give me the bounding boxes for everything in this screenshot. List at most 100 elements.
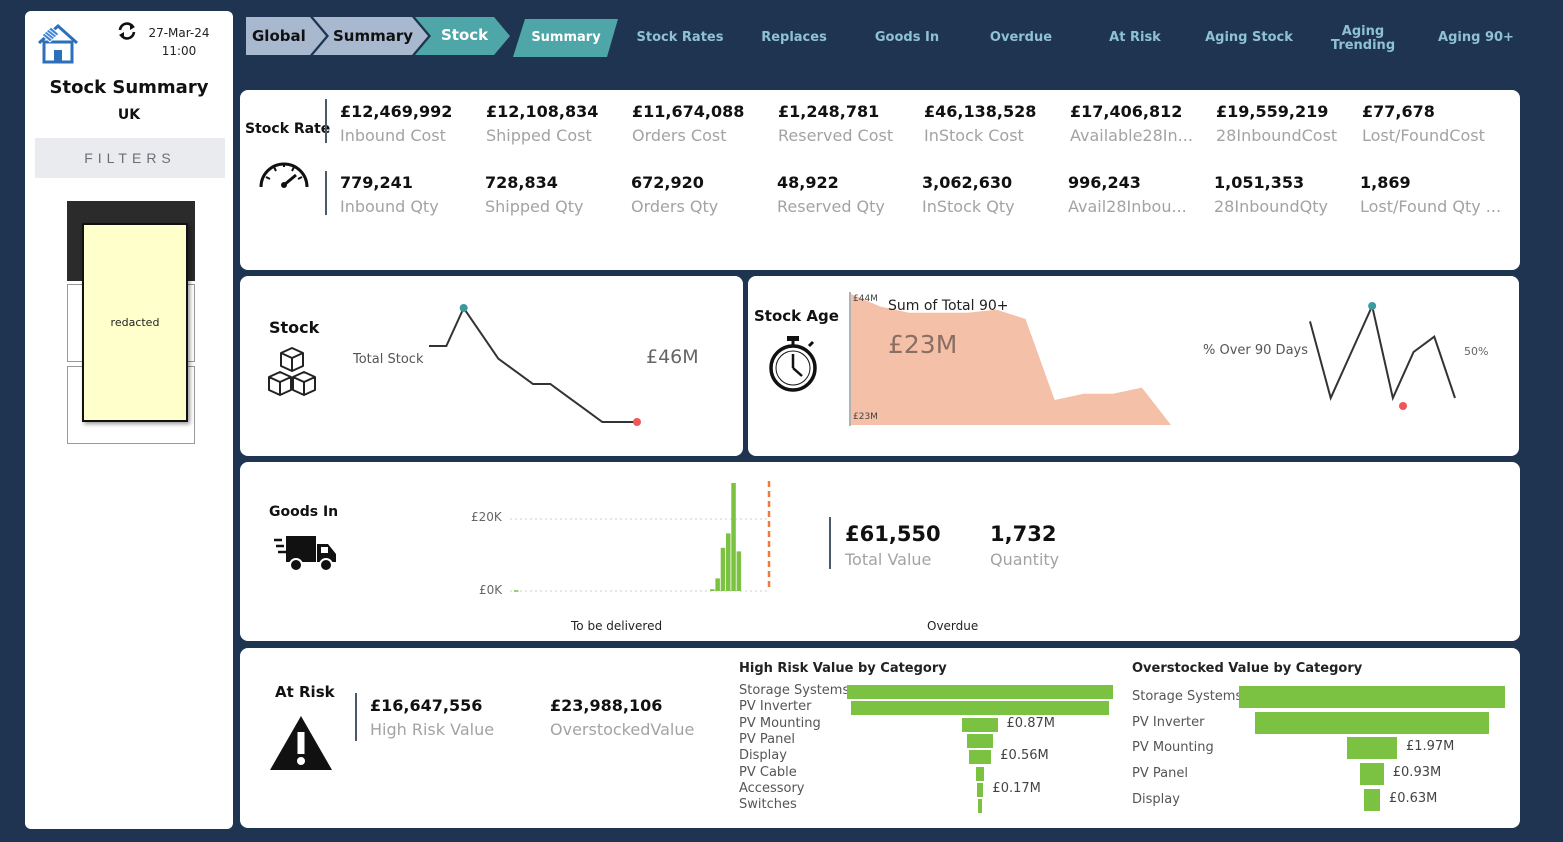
tab-at-risk[interactable]: At Risk bbox=[1080, 20, 1190, 56]
goods-in-total-value-label: Total Value bbox=[845, 550, 932, 569]
kpi-instock-qty-label: InStock Qty bbox=[922, 197, 1015, 216]
total-stock-label: Total Stock bbox=[353, 352, 424, 367]
at-risk-divider bbox=[355, 693, 357, 741]
pct-over-90-value: 50% bbox=[1464, 345, 1489, 358]
kpi-shipped-cost-value: £12,108,834 bbox=[486, 102, 599, 121]
tab-overdue[interactable]: Overdue bbox=[966, 20, 1076, 56]
goods-in-bar bbox=[726, 533, 731, 591]
category-label: PV Mounting bbox=[1132, 740, 1214, 756]
category-bar[interactable] bbox=[1347, 737, 1397, 760]
category-bar[interactable] bbox=[977, 799, 982, 814]
category-label: Switches bbox=[739, 797, 797, 813]
warning-icon bbox=[270, 716, 332, 770]
area-axis-bottom: £23M bbox=[853, 412, 878, 422]
goods-in-total-value: £61,550 bbox=[845, 522, 941, 546]
overstocked-value: £23,988,106 bbox=[550, 696, 663, 715]
kpi-28inbound-cost-value: £19,559,219 bbox=[1216, 102, 1329, 121]
refresh-icon[interactable] bbox=[117, 21, 137, 41]
category-bar[interactable] bbox=[1239, 686, 1505, 708]
goods-in-tick-bottom: £0K bbox=[479, 583, 503, 597]
sparkline-min-point bbox=[1399, 402, 1407, 410]
sparkline-min-point bbox=[633, 418, 641, 426]
kpi-available28-cost-label: Available28In... bbox=[1070, 126, 1193, 145]
category-label: PV Inverter bbox=[1132, 714, 1205, 730]
total-stock-sparkline bbox=[429, 304, 641, 426]
category-label: Storage Systems bbox=[739, 683, 850, 698]
overdue-label: Overdue bbox=[927, 619, 979, 633]
kpi-lostfound-qty-value: 1,869 bbox=[1360, 173, 1411, 192]
goods-in-bar bbox=[514, 590, 519, 592]
goods-in-quantity: 1,732 bbox=[990, 522, 1057, 546]
kpi-lostfound-cost-value: £77,678 bbox=[1362, 102, 1435, 121]
data-label: £0.87M bbox=[1006, 715, 1055, 731]
tab-aging-90[interactable]: Aging 90+ bbox=[1421, 20, 1531, 56]
page-title: Stock Summary bbox=[49, 77, 209, 98]
area-axis-top: £44M bbox=[853, 294, 878, 304]
stock-title: Stock bbox=[269, 318, 320, 337]
data-label: £0.56M bbox=[1000, 748, 1049, 764]
tab-summary[interactable]: Summary bbox=[511, 20, 621, 56]
overstocked-chart-title: Overstocked Value by Category bbox=[1132, 661, 1363, 676]
kpi-inbound-cost-label: Inbound Cost bbox=[340, 126, 446, 145]
category-label: PV Inverter bbox=[739, 699, 812, 715]
home-solar-icon[interactable] bbox=[35, 21, 81, 65]
tab-stock-rates[interactable]: Stock Rates bbox=[625, 20, 735, 56]
category-label: PV Panel bbox=[739, 731, 795, 747]
category-bar[interactable] bbox=[847, 685, 1113, 699]
kpi-instock-qty-value: 3,062,630 bbox=[922, 173, 1013, 192]
kpi-lostfound-qty-label: Lost/Found Qty ... bbox=[1360, 197, 1502, 216]
goods-in-bar-chart bbox=[510, 481, 771, 592]
goods-in-bar bbox=[736, 551, 742, 591]
kpi-lostfound-cost-label: Lost/FoundCost bbox=[1362, 126, 1485, 145]
breadcrumb-summary[interactable]: Summary bbox=[333, 17, 413, 55]
category-label: PV Cable bbox=[739, 764, 797, 780]
category-bar[interactable] bbox=[1360, 763, 1384, 786]
data-label: £1.97M bbox=[1405, 739, 1455, 755]
kpi-orders-qty-value: 672,920 bbox=[631, 173, 704, 192]
breadcrumb-global[interactable]: Global bbox=[252, 17, 306, 55]
category-bar[interactable] bbox=[1255, 711, 1489, 734]
stock-age-title: Stock Age bbox=[754, 307, 839, 325]
total-stock-line bbox=[429, 305, 637, 423]
speedometer-icon bbox=[259, 162, 309, 188]
at-risk-title: At Risk bbox=[275, 683, 335, 701]
cost-divider bbox=[325, 99, 327, 143]
pct-over-90-sparkline bbox=[1309, 302, 1456, 410]
tab-goods-in[interactable]: Goods In bbox=[852, 20, 962, 56]
category-bar[interactable] bbox=[1364, 788, 1380, 811]
category-bar[interactable] bbox=[975, 766, 985, 781]
area-chart-value: £23M bbox=[888, 330, 958, 359]
data-label: £0.93M bbox=[1392, 765, 1442, 781]
category-bar[interactable] bbox=[968, 750, 992, 765]
category-bar[interactable] bbox=[976, 782, 984, 797]
tab-aging-stock[interactable]: Aging Stock bbox=[1194, 20, 1304, 56]
kpi-inbound-qty-label: Inbound Qty bbox=[340, 197, 439, 216]
refresh-time: 11:00 bbox=[161, 44, 197, 58]
category-bar[interactable] bbox=[851, 701, 1109, 716]
kpi-shipped-qty-value: 728,834 bbox=[485, 173, 558, 192]
kpi-28inbound-qty-label: 28InboundQty bbox=[1214, 197, 1328, 216]
refresh-timestamp: 27-Mar-24 11:00 bbox=[143, 24, 215, 60]
kpi-28inbound-cost-label: 28InboundCost bbox=[1216, 126, 1338, 145]
category-bar[interactable] bbox=[966, 733, 994, 748]
kpi-reserved-qty-value: 48,922 bbox=[777, 173, 839, 192]
category-label: Display bbox=[1132, 791, 1180, 807]
region-label: UK bbox=[117, 107, 141, 123]
refresh-date: 27-Mar-24 bbox=[148, 26, 210, 40]
tab-replaces[interactable]: Replaces bbox=[739, 20, 849, 56]
sidebar: 27-Mar-24 11:00 Stock Summary UK FILTERS… bbox=[25, 11, 233, 829]
area-chart-title: Sum of Total 90+ bbox=[888, 298, 1009, 314]
total-stock-value: £46M bbox=[646, 346, 699, 368]
kpi-reserved-qty-label: Reserved Qty bbox=[777, 197, 885, 216]
high-risk-value: £16,647,556 bbox=[370, 696, 483, 715]
kpi-orders-qty-label: Orders Qty bbox=[631, 197, 719, 216]
tab-aging-trending[interactable]: Aging Trending bbox=[1318, 21, 1408, 57]
category-bar[interactable] bbox=[962, 717, 998, 732]
truck-icon bbox=[274, 536, 336, 572]
kpi-available28-cost-value: £17,406,812 bbox=[1070, 102, 1183, 121]
filters-header[interactable]: FILTERS bbox=[35, 138, 225, 178]
high-risk-chart-title: High Risk Value by Category bbox=[739, 661, 947, 676]
goods-in-bar bbox=[715, 578, 720, 591]
kpi-inbound-qty-value: 779,241 bbox=[340, 173, 413, 192]
breadcrumb-stock[interactable]: Stock bbox=[441, 16, 488, 54]
